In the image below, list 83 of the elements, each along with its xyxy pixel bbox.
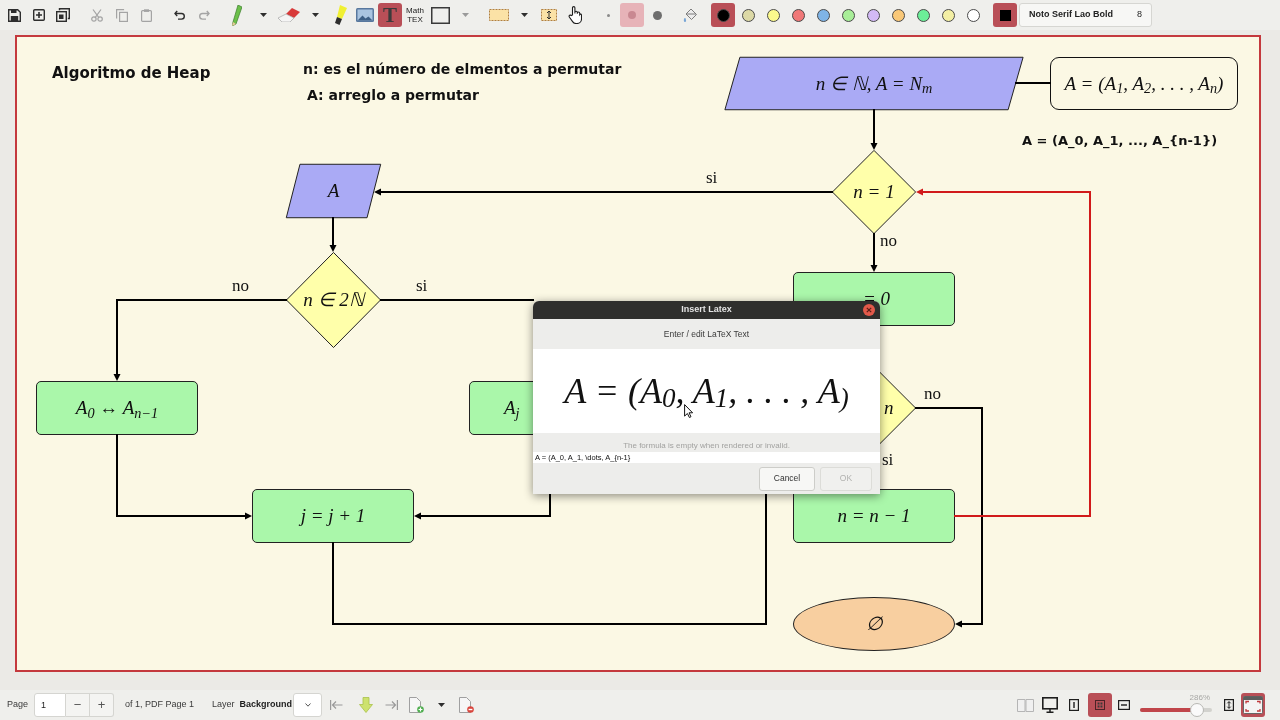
fit-height-icon (1224, 699, 1234, 711)
stacked-pages-icon (56, 8, 70, 22)
edge-label: si (706, 168, 718, 188)
decision-node: n = 1 (832, 150, 916, 234)
caret-icon (259, 13, 267, 17)
font-button[interactable]: Noto Serif Lao Bold 8 (1019, 3, 1152, 27)
fullscreen-icon (1243, 696, 1263, 714)
two-pages-icon (1016, 698, 1034, 712)
input-output-node: A (286, 164, 381, 218)
dialog-title: Insert Latex (681, 303, 732, 317)
zoom-level-label: 286% (1189, 693, 1210, 703)
mouse-pointer-icon (684, 404, 693, 418)
paint-bucket-icon (683, 7, 697, 23)
image-icon (356, 8, 374, 22)
edge-label: no (232, 276, 249, 296)
note-text: A: arreglo a permutar (307, 87, 479, 104)
process-node: n = n − 1 (793, 489, 955, 543)
decision-node: n ∈ 2ℕ (286, 252, 381, 348)
edge-label: si (882, 450, 894, 470)
color-button[interactable] (711, 3, 735, 27)
monitor-icon (1042, 697, 1058, 713)
status-message: The formula is empty when rendered or invalid. (623, 441, 790, 451)
slider-thumb[interactable] (1189, 703, 1204, 717)
page-minus-button[interactable]: − (66, 693, 91, 717)
caret-icon (437, 703, 445, 707)
new-page-icon (33, 9, 45, 21)
dialog-subtitle: Enter / edit LaTeX Text (663, 327, 750, 341)
page-title: Algoritmo de Heap (52, 64, 211, 82)
page-number-field[interactable]: 1 (34, 693, 67, 717)
highlighter-icon (335, 5, 347, 25)
grid-icon (1095, 700, 1105, 710)
horizontal-page-icon (1118, 700, 1130, 710)
single-page-icon (1069, 699, 1079, 711)
down-arrow-icon (359, 697, 374, 713)
fullscreen-button[interactable] (1241, 693, 1265, 717)
terminal-node: ∅ (793, 597, 955, 651)
rectangle-icon (430, 6, 450, 24)
process-node: A$_{0}$ ↔ A$_{n−1}$ (36, 381, 198, 435)
edge-label: no (880, 231, 897, 251)
page-minus-icon (458, 697, 474, 713)
save-icon (7, 8, 21, 22)
dialog-button[interactable]: Cancel (759, 466, 815, 491)
formula-text: A = (A_0, A_1, ..., A_{n-1}) (1022, 133, 1218, 149)
undo-icon (174, 10, 186, 20)
zoom-slider[interactable] (1140, 703, 1212, 717)
copy-icon (116, 8, 128, 22)
vertical-space-icon (541, 9, 557, 21)
font-size-value: 8 (1137, 8, 1142, 22)
note-text: n: es el número de elmentos a permutar (303, 61, 622, 78)
page-plus-icon (408, 697, 424, 713)
close-button[interactable] (863, 304, 875, 316)
large-dot-icon (652, 10, 662, 20)
clipboard-icon (140, 8, 152, 22)
page-label: Page (7, 698, 29, 712)
math-tool-button[interactable]: Math TEX (403, 3, 427, 27)
first-layer-icon (329, 700, 343, 710)
dot-icon (628, 11, 636, 19)
pencil-icon (232, 4, 242, 26)
current-color-button[interactable] (993, 3, 1017, 27)
scissors-icon (91, 8, 103, 22)
page-info: of 1, PDF Page 1 (125, 698, 195, 712)
chevron-down-icon (304, 703, 311, 707)
process-node: j = j + 1 (252, 489, 414, 543)
edge-label: no (924, 384, 941, 404)
close-icon (863, 304, 875, 316)
hand-icon (568, 6, 582, 24)
redo-icon (198, 10, 210, 20)
font-name: Noto Serif Lao Bold (1029, 8, 1113, 22)
input-output-node: n ∈ ℕ, A = N$_{m}$ (724, 57, 1024, 110)
small-dot-icon (606, 13, 610, 17)
caret-icon (520, 13, 528, 17)
eraser-icon (278, 8, 300, 22)
note-node: A = (A$_{1}$, A$_{2}$, . . . , A$_{n}$) (1050, 57, 1238, 110)
layout-button[interactable] (1088, 693, 1112, 717)
layer-name: Background (239, 698, 293, 712)
caret-icon (461, 13, 469, 17)
caret-icon (311, 13, 319, 17)
edge-label: si (416, 276, 428, 296)
formula-preview: A = (A$_{0}$, A$_{1}$, . . . , A$_{)}$ (533, 349, 880, 433)
layer-label: Layer (212, 698, 235, 712)
page-plus-button[interactable]: + (90, 693, 115, 717)
dashed-rectangle-icon (489, 9, 509, 21)
last-layer-icon (384, 700, 398, 710)
